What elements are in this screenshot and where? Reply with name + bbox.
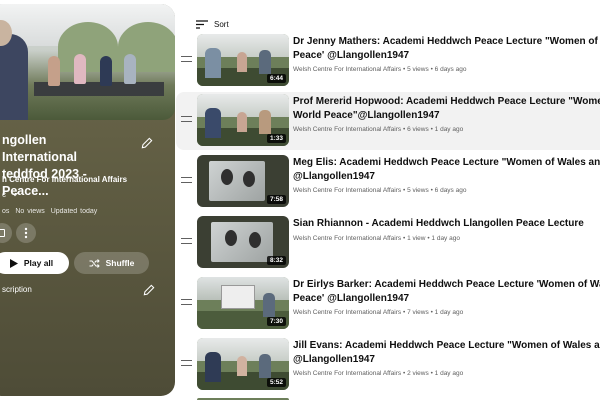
video-duration: 7:30 [266,317,286,326]
pencil-icon[interactable] [140,136,154,150]
video-meta: Welsh Centre For International Affairs •… [293,126,464,133]
playlist-header-panel: ngollen International teddfod 2023 - Pea… [0,4,175,396]
shuffle-icon [89,258,100,268]
video-thumbnail[interactable]: 1:33 [197,94,289,146]
video-duration: 8:32 [266,256,286,265]
playlist-video-row[interactable]: 1:33 Prof Mererid Hopwood: Academi Heddw… [176,92,600,150]
more-options-button[interactable] [16,223,36,243]
video-meta: Welsh Centre For International Affairs •… [293,370,464,377]
video-meta: Welsh Centre For International Affairs •… [293,187,467,194]
playlist-description[interactable]: scription [2,285,32,294]
playlist-video-row-partial[interactable] [176,396,600,400]
video-title[interactable]: Dr Jenny Mathers: Academi Heddwch Peace … [293,35,600,63]
drag-handle-icon[interactable] [181,238,192,244]
video-duration: 6:44 [266,74,286,83]
video-duration: 5:52 [266,378,286,387]
sort-button[interactable]: Sort [196,17,229,31]
playlist-channel[interactable]: h Centre For International Affairs [2,175,127,184]
video-title[interactable]: Meg Elis: Academi Heddwch Peace Lecture … [293,156,600,184]
video-title[interactable]: Prof Mererid Hopwood: Academi Heddwch Pe… [293,95,600,123]
playlist-stats: os No views Updated today [2,208,98,215]
playlist-video-row[interactable]: 5:52 Jill Evans: Academi Heddwch Peace L… [176,336,600,394]
video-duration: 1:33 [266,134,286,143]
add-button[interactable] [0,223,12,243]
video-meta: Welsh Centre For International Affairs •… [293,309,464,316]
visibility-selector[interactable]: c [2,190,19,199]
playlist-video-row[interactable]: 8:32 Sian Rhiannon - Academi Heddwch Lla… [176,214,600,272]
video-thumbnail[interactable]: 6:44 [197,34,289,86]
drag-handle-icon[interactable] [181,177,192,183]
video-meta: Welsh Centre For International Affairs •… [293,235,460,242]
drag-handle-icon[interactable] [181,299,192,305]
video-thumbnail[interactable]: 8:32 [197,216,289,268]
pencil-icon[interactable] [142,283,156,297]
video-meta: Welsh Centre For International Affairs •… [293,66,467,73]
shuffle-button[interactable]: Shuffle [74,252,149,274]
playlist-thumbnail[interactable] [0,4,175,120]
video-thumbnail[interactable]: 5:52 [197,338,289,390]
play-icon [9,258,18,268]
video-thumbnail[interactable]: 7:58 [197,155,289,207]
drag-handle-icon[interactable] [181,116,192,122]
video-title[interactable]: Dr Eirlys Barker: Academi Heddwch Peace … [293,278,600,306]
playlist-video-row[interactable]: 7:58 Meg Elis: Academi Heddwch Peace Lec… [176,153,600,211]
more-vert-icon [24,227,28,239]
video-title[interactable]: Sian Rhiannon - Academi Heddwch Llangoll… [293,217,600,231]
chevron-down-icon [11,192,19,197]
playlist-video-row[interactable]: 6:44 Dr Jenny Mathers: Academi Heddwch P… [176,32,600,90]
video-duration: 7:58 [266,195,286,204]
play-all-button[interactable]: Play all [0,252,69,274]
video-thumbnail[interactable]: 7:30 [197,277,289,329]
drag-handle-icon[interactable] [181,360,192,366]
video-title[interactable]: Jill Evans: Academi Heddwch Peace Lectur… [293,339,600,367]
sort-icon [196,19,208,29]
drag-handle-icon[interactable] [181,56,192,62]
playlist-title: ngollen International teddfod 2023 - Pea… [2,133,87,198]
playlist-video-row[interactable]: 7:30 Dr Eirlys Barker: Academi Heddwch P… [176,275,600,333]
